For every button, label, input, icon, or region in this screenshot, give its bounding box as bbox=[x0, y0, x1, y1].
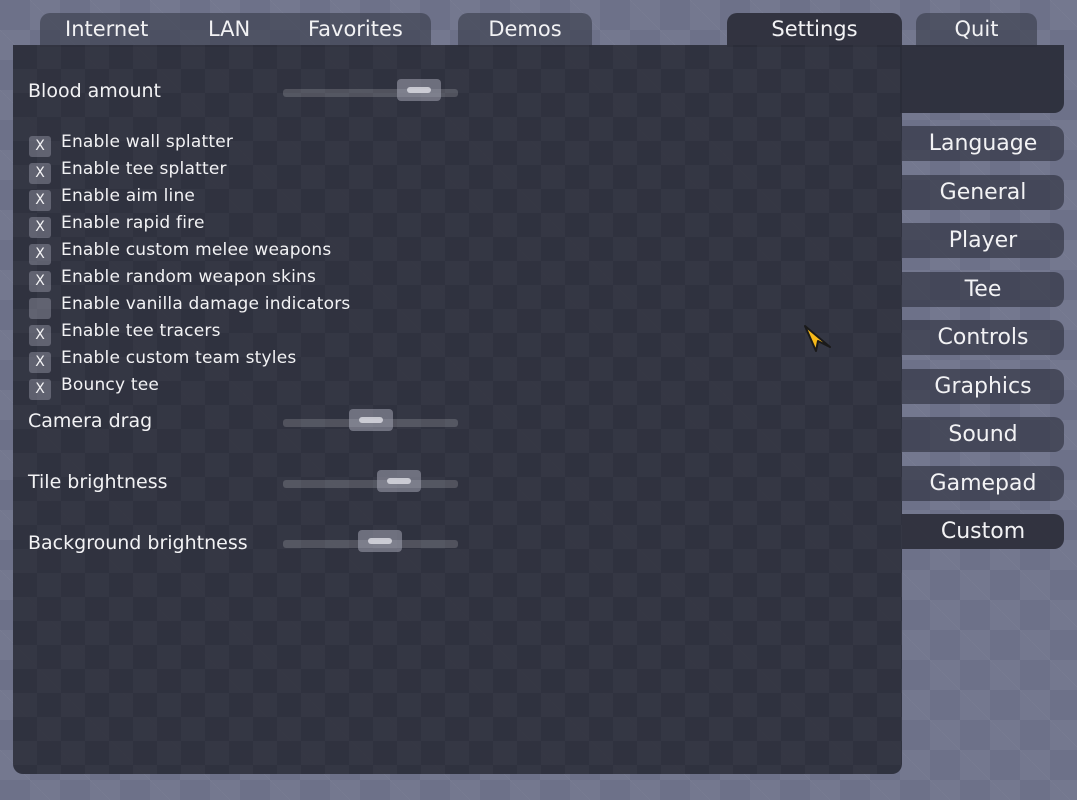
tab-favorites[interactable]: Favorites bbox=[308, 13, 403, 45]
slider-thumb[interactable] bbox=[397, 79, 441, 101]
slider-thumb[interactable] bbox=[358, 530, 402, 552]
tab-settings[interactable]: Settings bbox=[727, 13, 902, 47]
sidebar-item-general[interactable]: General bbox=[902, 174, 1064, 210]
checkbox-label: Bouncy tee bbox=[61, 375, 160, 395]
slider-thumb[interactable] bbox=[349, 409, 393, 431]
checkbox-label: Enable rapid fire bbox=[61, 213, 205, 233]
background-brightness-label: Background brightness bbox=[28, 532, 248, 554]
checkbox[interactable] bbox=[29, 298, 51, 319]
sidebar-item-custom[interactable]: Custom bbox=[902, 514, 1064, 549]
checkbox-label: Enable tee splatter bbox=[61, 159, 227, 179]
checkbox[interactable]: X bbox=[29, 271, 51, 292]
tab-demos[interactable]: Demos bbox=[458, 13, 592, 47]
settings-panel-corner bbox=[900, 45, 1064, 113]
cursor-arrow-icon bbox=[804, 325, 831, 352]
checkbox[interactable]: X bbox=[29, 379, 51, 400]
tab-group-browser: Internet LAN Favorites bbox=[40, 13, 431, 47]
sidebar-item-player[interactable]: Player bbox=[902, 223, 1064, 258]
tab-internet[interactable]: Internet bbox=[65, 13, 148, 45]
checkbox-label: Enable tee tracers bbox=[61, 321, 221, 341]
checkbox[interactable]: X bbox=[29, 136, 51, 157]
sidebar-item-controls[interactable]: Controls bbox=[902, 320, 1064, 355]
blood-amount-slider[interactable] bbox=[283, 79, 458, 101]
tab-settings-label: Settings bbox=[771, 17, 858, 41]
tile-brightness-label: Tile brightness bbox=[28, 471, 168, 493]
sidebar-item-language[interactable]: Language bbox=[902, 126, 1064, 161]
background-brightness-slider[interactable] bbox=[283, 530, 458, 552]
checkbox[interactable]: X bbox=[29, 190, 51, 211]
checkbox[interactable]: X bbox=[29, 244, 51, 265]
checkbox[interactable]: X bbox=[29, 217, 51, 238]
sidebar-item-tee[interactable]: Tee bbox=[902, 271, 1064, 307]
sidebar-item-sound[interactable]: Sound bbox=[902, 417, 1064, 452]
sidebar-item-graphics[interactable]: Graphics bbox=[902, 368, 1064, 404]
tab-quit-label: Quit bbox=[954, 17, 999, 41]
camera-drag-slider[interactable] bbox=[283, 409, 458, 431]
checkbox-label: Enable wall splatter bbox=[61, 132, 234, 152]
checkbox-label: Enable custom team styles bbox=[61, 348, 297, 368]
checkbox-label: Enable aim line bbox=[61, 186, 196, 206]
tab-lan[interactable]: LAN bbox=[208, 13, 250, 45]
tab-quit[interactable]: Quit bbox=[916, 13, 1037, 47]
tile-brightness-slider[interactable] bbox=[283, 470, 458, 492]
camera-drag-label: Camera drag bbox=[28, 410, 153, 432]
blood-amount-label: Blood amount bbox=[28, 80, 161, 102]
slider-thumb[interactable] bbox=[377, 470, 421, 492]
checkbox[interactable]: X bbox=[29, 352, 51, 373]
checkbox-label: Enable vanilla damage indicators bbox=[61, 294, 351, 314]
sidebar-item-gamepad[interactable]: Gamepad bbox=[902, 465, 1064, 501]
checkbox[interactable]: X bbox=[29, 325, 51, 346]
tab-demos-label: Demos bbox=[488, 17, 562, 41]
checkbox-label: Enable random weapon skins bbox=[61, 267, 317, 287]
checkbox[interactable]: X bbox=[29, 163, 51, 184]
checkbox-label: Enable custom melee weapons bbox=[61, 240, 332, 260]
